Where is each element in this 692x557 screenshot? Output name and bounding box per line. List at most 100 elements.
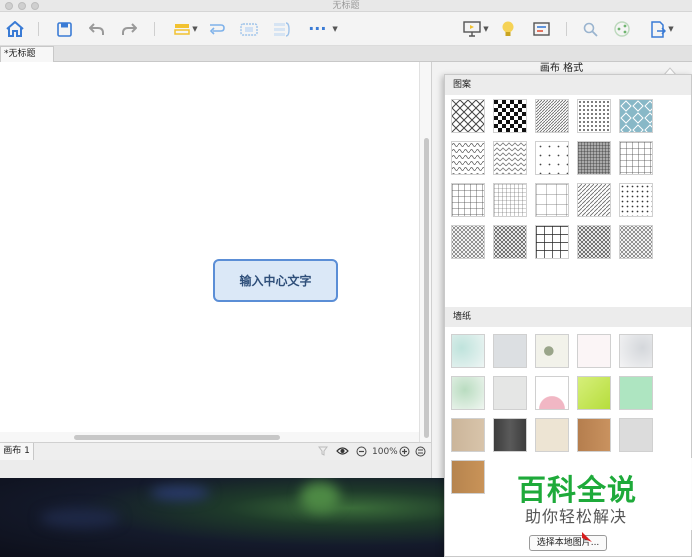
wallpaper-swatch[interactable] xyxy=(535,376,569,410)
pattern-swatch[interactable] xyxy=(619,141,653,175)
chevron-down-icon: ▼ xyxy=(332,25,338,33)
wallpaper-swatch[interactable] xyxy=(451,334,485,368)
window-title: 无标题 xyxy=(332,1,360,11)
summary-button[interactable] xyxy=(271,18,293,40)
eye-icon[interactable] xyxy=(336,446,349,456)
wallpaper-swatch[interactable] xyxy=(619,334,653,368)
pattern-swatch[interactable] xyxy=(535,99,569,133)
search-icon xyxy=(583,22,598,37)
wallpaper-swatch[interactable] xyxy=(451,460,485,494)
pattern-swatch[interactable] xyxy=(451,225,485,259)
summary-icon xyxy=(274,21,290,37)
toolbar-divider xyxy=(566,22,567,36)
pattern-swatch[interactable] xyxy=(535,225,569,259)
pattern-swatch[interactable] xyxy=(619,225,653,259)
cursor-arrow-icon xyxy=(582,532,592,542)
boundary-button[interactable] xyxy=(238,18,260,40)
pattern-swatch[interactable] xyxy=(577,141,611,175)
wallpaper-swatch[interactable] xyxy=(493,376,527,410)
home-icon xyxy=(6,21,24,37)
wallpaper-swatch[interactable] xyxy=(577,418,611,452)
background-picker-popup: 图案 墙纸 百科全说 助你轻松解决 选择本地图片... xyxy=(444,74,692,557)
more-icon: ··· xyxy=(308,19,327,38)
pattern-swatch[interactable] xyxy=(577,99,611,133)
wallpaper-swatch[interactable] xyxy=(493,418,527,452)
wallpaper-swatch[interactable] xyxy=(535,334,569,368)
idea-icon xyxy=(502,21,514,36)
redo-button[interactable] xyxy=(119,18,139,40)
pattern-swatch[interactable] xyxy=(451,141,485,175)
pattern-swatch[interactable] xyxy=(493,99,527,133)
toolbar-divider xyxy=(38,22,39,36)
zoom-level: 100% xyxy=(372,447,398,457)
boundary-icon xyxy=(240,22,258,36)
save-icon xyxy=(56,21,72,37)
export-icon xyxy=(651,20,667,38)
pattern-swatch[interactable] xyxy=(535,141,569,175)
toolbar-divider xyxy=(154,22,155,36)
tab-untitled[interactable]: *无标题 xyxy=(0,46,54,62)
zoom-in-icon[interactable] xyxy=(399,446,410,457)
fit-icon[interactable] xyxy=(415,446,426,457)
redo-icon xyxy=(121,22,137,35)
wallpaper-section-header: 墙纸 xyxy=(445,307,691,327)
pattern-section-header: 图案 xyxy=(445,75,691,95)
style-button[interactable]: ▼ xyxy=(170,18,202,40)
desktop-streak xyxy=(150,486,210,500)
toolbar: ▼ ··· ▼ ▼ ▼ xyxy=(0,12,692,46)
mind-map-canvas[interactable]: 输入中心文字 xyxy=(0,62,419,442)
idea-button[interactable] xyxy=(498,18,518,40)
pattern-swatch[interactable] xyxy=(451,99,485,133)
sheet-tab[interactable]: 画布 1 xyxy=(0,443,34,460)
scroll-thumb[interactable] xyxy=(74,435,280,440)
horizontal-scrollbar[interactable] xyxy=(0,432,419,442)
more-button[interactable]: ··· ▼ xyxy=(306,18,340,40)
presentation-button[interactable]: ▼ xyxy=(459,18,493,40)
desktop-streak xyxy=(300,482,340,512)
zoom-out-icon[interactable] xyxy=(356,446,367,457)
pattern-swatch[interactable] xyxy=(577,183,611,217)
pattern-swatch[interactable] xyxy=(577,225,611,259)
outline-button[interactable] xyxy=(530,18,552,40)
search-button[interactable] xyxy=(580,18,600,40)
pattern-swatch[interactable] xyxy=(493,225,527,259)
wallpaper-swatch[interactable] xyxy=(577,376,611,410)
export-button[interactable]: ▼ xyxy=(645,18,679,40)
home-button[interactable] xyxy=(4,18,26,40)
undo-button[interactable] xyxy=(86,18,106,40)
pattern-swatch[interactable] xyxy=(619,183,653,217)
style-icon xyxy=(174,24,191,35)
presentation-icon xyxy=(463,21,481,37)
share-button[interactable] xyxy=(612,18,632,40)
wallpaper-swatch[interactable] xyxy=(451,376,485,410)
watermark-subtitle: 助你轻松解决 xyxy=(525,507,628,526)
filter-icon[interactable] xyxy=(318,446,328,456)
chevron-down-icon: ▼ xyxy=(192,25,198,33)
wallpaper-swatch[interactable] xyxy=(535,418,569,452)
wallpaper-swatch[interactable] xyxy=(451,418,485,452)
scroll-thumb[interactable] xyxy=(424,138,429,438)
chevron-down-icon: ▼ xyxy=(483,25,489,33)
document-tab-bar: *无标题 xyxy=(0,46,692,62)
relationship-button[interactable] xyxy=(207,18,227,40)
vertical-scrollbar[interactable] xyxy=(419,62,431,442)
pattern-swatch[interactable] xyxy=(451,183,485,217)
undo-icon xyxy=(88,22,104,35)
wallpaper-swatch[interactable] xyxy=(619,418,653,452)
pattern-swatch[interactable] xyxy=(535,183,569,217)
wallpaper-swatch[interactable] xyxy=(619,376,653,410)
status-bar: 画布 1 100% xyxy=(0,442,431,460)
relationship-icon xyxy=(209,24,225,35)
save-button[interactable] xyxy=(54,18,74,40)
pattern-swatch[interactable] xyxy=(619,99,653,133)
chevron-down-icon: ▼ xyxy=(668,25,674,33)
pattern-swatch[interactable] xyxy=(493,141,527,175)
wallpaper-swatch[interactable] xyxy=(577,334,611,368)
share-icon xyxy=(614,21,630,37)
central-topic[interactable]: 输入中心文字 xyxy=(213,259,338,302)
wallpaper-swatch[interactable] xyxy=(493,334,527,368)
desktop-streak xyxy=(40,508,120,528)
pattern-swatch[interactable] xyxy=(493,183,527,217)
title-bar: 无标题 xyxy=(0,0,692,12)
choose-local-image-button[interactable]: 选择本地图片... xyxy=(529,535,607,551)
